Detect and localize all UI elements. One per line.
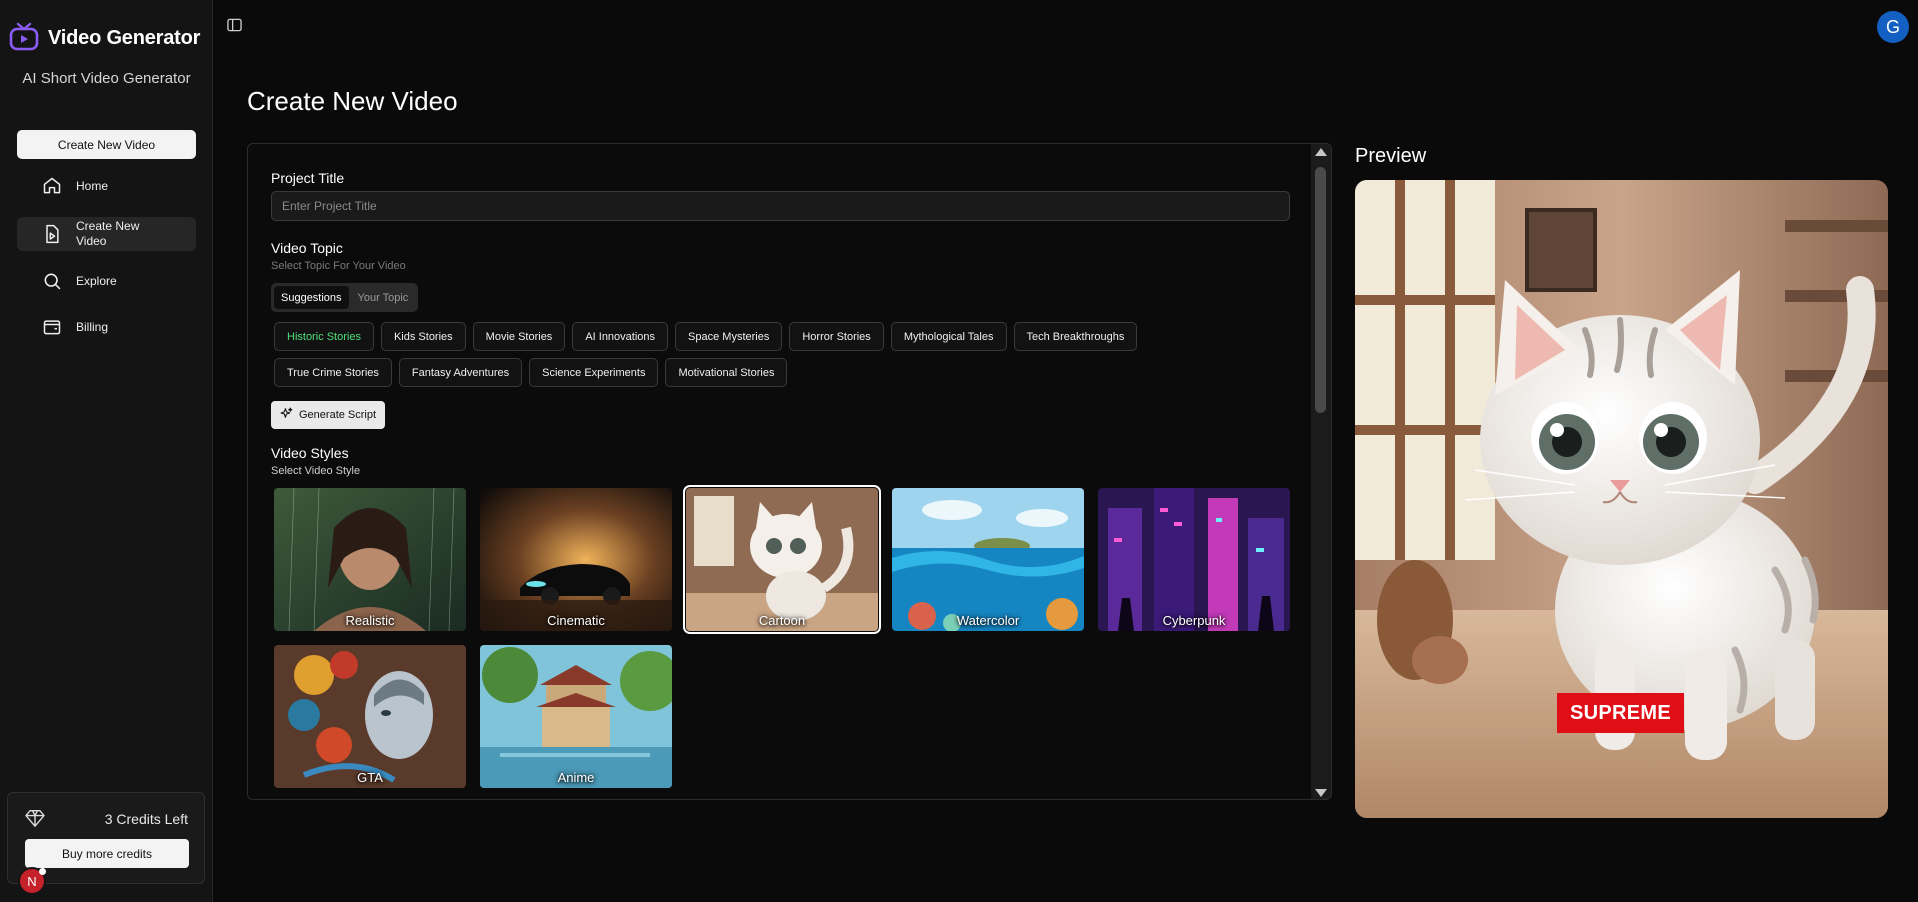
video-preview[interactable]: SUPREME [1355, 180, 1888, 818]
video-topic-hint: Select Topic For Your Video [271, 260, 406, 272]
sidebar-item-label: Billing [76, 320, 109, 334]
gta-thumbnail [274, 645, 466, 788]
style-card-gta[interactable]: GTA [274, 645, 466, 788]
style-label-cartoon: Cartoon [758, 613, 806, 628]
style-label-cinematic: Cinematic [547, 613, 605, 628]
app-subtitle: AI Short Video Generator [22, 70, 191, 87]
style-label-watercolor: Watercolor [956, 613, 1020, 628]
topic-chips-row-1: Historic Stories Kids Stories Movie Stor… [274, 322, 1138, 351]
style-card-cinematic[interactable]: Cinematic [480, 488, 672, 631]
scroll-down-arrow-icon[interactable] [1315, 789, 1327, 797]
create-video-form: Project Title Video Topic Select Topic F… [247, 143, 1332, 800]
realistic-thumbnail [274, 488, 466, 631]
preview-title: Preview [1355, 145, 1427, 167]
video-styles-label: Video Styles [271, 445, 349, 461]
credits-remaining: 3 Credits Left [104, 811, 188, 827]
user-avatar-sidebar[interactable]: N [18, 867, 46, 895]
topic-chips-row-2: True Crime Stories Fantasy Adventures Sc… [274, 358, 788, 387]
sidebar-toggle-icon[interactable] [227, 18, 242, 37]
sparkles-icon [280, 407, 293, 423]
style-card-realistic[interactable]: Realistic [274, 488, 466, 631]
style-card-watercolor[interactable]: Watercolor [892, 488, 1084, 631]
scroll-up-arrow-icon[interactable] [1315, 148, 1327, 156]
style-label-realistic: Realistic [345, 613, 395, 628]
watercolor-thumbnail [892, 488, 1084, 631]
style-label-gta: GTA [357, 770, 383, 785]
sidebar-item-label: Explore [76, 274, 117, 288]
video-styles-hint: Select Video Style [271, 465, 361, 477]
file-video-icon [46, 224, 59, 244]
cinematic-thumbnail [480, 488, 672, 631]
style-card-cartoon[interactable]: Cartoon [683, 485, 881, 634]
diamond-icon [25, 809, 45, 832]
style-card-anime[interactable]: Anime [480, 645, 672, 788]
topic-mode-tabs: Suggestions Your Topic [271, 283, 419, 312]
style-label-cyberpunk: Cyberpunk [1162, 613, 1226, 628]
topic-chip-tech-breakthroughs[interactable]: Tech Breakthroughs [1013, 322, 1138, 351]
app-name: Video Generator [48, 27, 201, 49]
topic-chip-kids-stories[interactable]: Kids Stories [380, 322, 466, 351]
video-caption: SUPREME [1557, 693, 1684, 733]
topic-chip-mythological-tales[interactable]: Mythological Tales [890, 322, 1007, 351]
topic-chip-ai-innovations[interactable]: AI Innovations [572, 322, 669, 351]
topic-chip-true-crime-stories[interactable]: True Crime Stories [274, 358, 392, 387]
project-title-input[interactable] [271, 191, 1290, 221]
sidebar-item-explore[interactable]: Explore [17, 268, 196, 294]
video-topic-label: Video Topic [271, 240, 343, 256]
cartoon-thumbnail [686, 488, 878, 631]
brand[interactable]: Video Generator [8, 20, 200, 57]
search-icon [44, 273, 61, 290]
tab-your-topic[interactable]: Your Topic [351, 286, 416, 309]
tab-suggestions[interactable]: Suggestions [274, 286, 349, 309]
topic-chip-motivational-stories[interactable]: Motivational Stories [665, 358, 788, 387]
sidebar-item-create-new-video[interactable]: Create New Video [17, 217, 196, 251]
sidebar-item-label: Create New Video [76, 219, 140, 248]
topic-chip-movie-stories[interactable]: Movie Stories [472, 322, 566, 351]
generate-script-button[interactable]: Generate Script [271, 401, 386, 429]
sidebar-item-home[interactable]: Home [17, 173, 196, 199]
form-scrollbar[interactable] [1311, 144, 1331, 799]
style-label-anime: Anime [557, 770, 595, 785]
style-card-cyberpunk[interactable]: Cyberpunk [1098, 488, 1290, 631]
sidebar-item-billing[interactable]: Billing [17, 314, 196, 340]
sidebar-item-label: Home [76, 179, 109, 193]
topic-chip-space-mysteries[interactable]: Space Mysteries [675, 322, 783, 351]
topic-chip-horror-stories[interactable]: Horror Stories [789, 322, 884, 351]
scrollbar-thumb[interactable] [1315, 167, 1326, 413]
user-avatar[interactable]: G [1877, 11, 1909, 43]
tv-logo-icon [8, 20, 40, 57]
anime-thumbnail [480, 645, 672, 788]
home-icon [43, 177, 61, 194]
page-title: Create New Video [247, 86, 458, 116]
create-new-video-button[interactable]: Create New Video [17, 130, 196, 159]
topic-chip-science-experiments[interactable]: Science Experiments [529, 358, 659, 387]
topic-chip-historic-stories[interactable]: Historic Stories [274, 322, 374, 351]
wallet-icon [43, 320, 61, 335]
project-title-label: Project Title [271, 170, 345, 186]
sidebar: Video Generator AI Short Video Generator… [0, 0, 213, 902]
generate-script-label: Generate Script [299, 409, 377, 421]
cyberpunk-thumbnail [1098, 488, 1290, 631]
buy-more-credits-button[interactable]: Buy more credits [25, 839, 189, 868]
topic-chip-fantasy-adventures[interactable]: Fantasy Adventures [398, 358, 523, 387]
